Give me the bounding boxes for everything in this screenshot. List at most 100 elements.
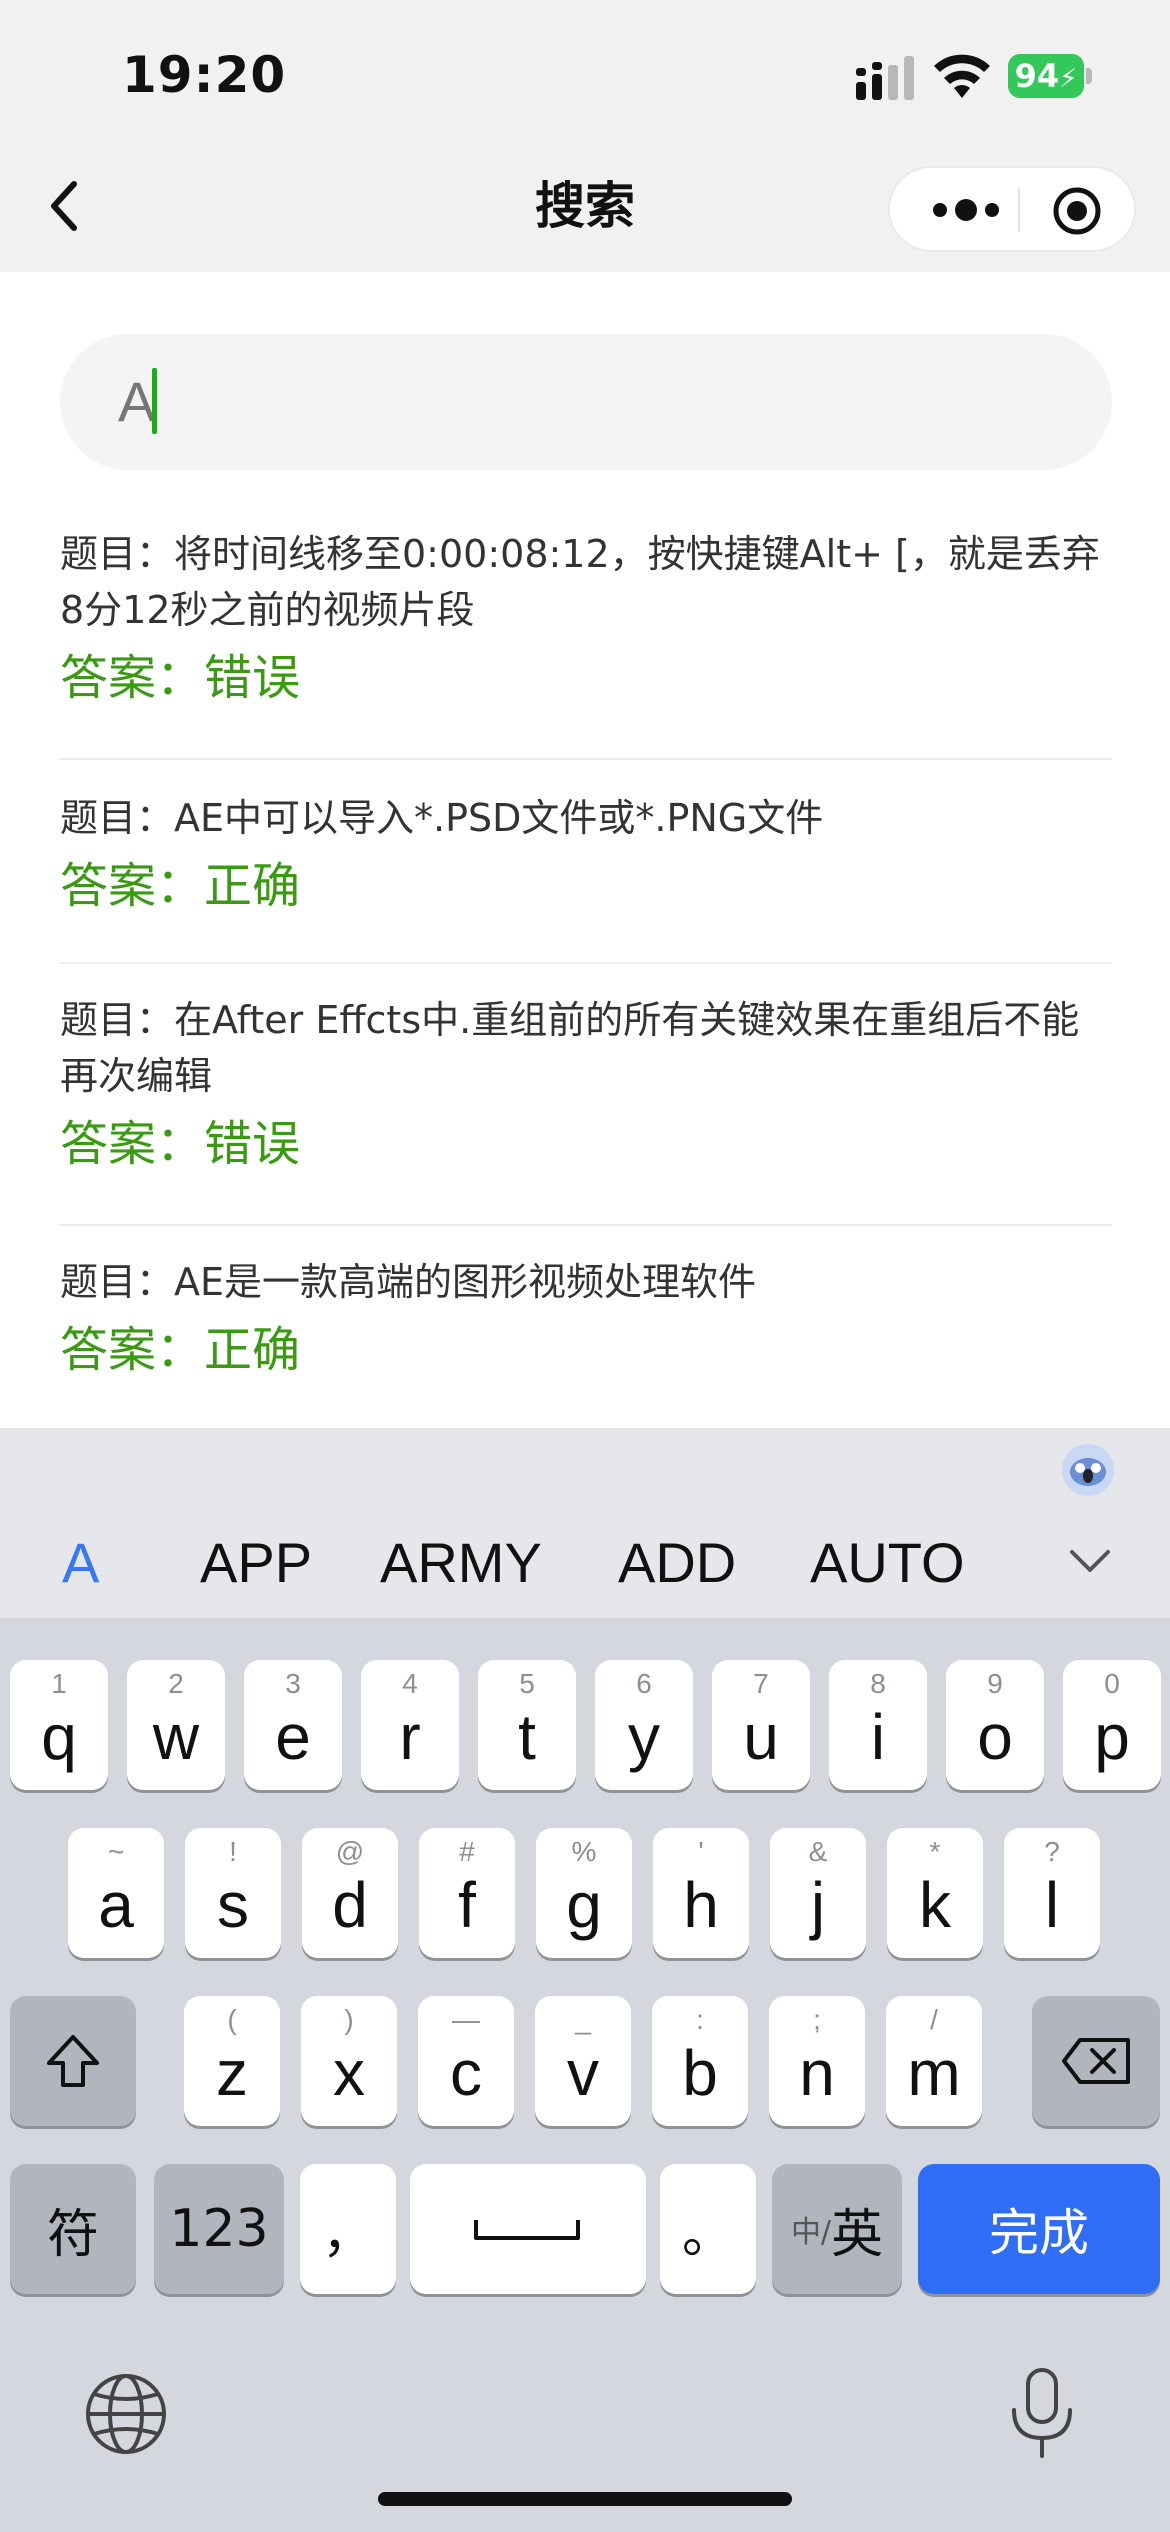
key-n[interactable]: ; n bbox=[769, 1996, 865, 2126]
key-letter: j bbox=[810, 1869, 826, 1941]
key-d[interactable]: @ d bbox=[302, 1828, 398, 1958]
key-letter: i bbox=[870, 1701, 886, 1773]
result-question: 题目：将时间线移至0:00:08:12，按快捷键Alt+ [，就是丢弃8分12秒… bbox=[60, 532, 1100, 632]
shift-key[interactable] bbox=[10, 1996, 136, 2126]
key-hint: ' bbox=[698, 1836, 704, 1867]
microphone-icon[interactable] bbox=[1004, 2366, 1080, 2460]
capsule-divider bbox=[1018, 188, 1020, 232]
key-hint: 5 bbox=[519, 1668, 535, 1699]
key-j[interactable]: & j bbox=[770, 1828, 866, 1958]
key-hint: ) bbox=[344, 2004, 354, 2035]
key-letter: q bbox=[41, 1701, 77, 1773]
search-input[interactable]: A bbox=[60, 334, 1112, 470]
key-hint: ~ bbox=[107, 1836, 125, 1867]
key-hint: _ bbox=[575, 2004, 591, 2035]
shift-icon bbox=[47, 2035, 99, 2087]
space-key[interactable] bbox=[410, 2164, 646, 2294]
status-time: 19:20 bbox=[122, 46, 287, 104]
key-t[interactable]: 5t bbox=[478, 1660, 576, 1790]
key-w[interactable]: 2w bbox=[127, 1660, 225, 1790]
key-letter: l bbox=[1044, 1869, 1060, 1941]
more-dots-icon[interactable] bbox=[930, 194, 1002, 226]
key-letter: f bbox=[458, 1869, 476, 1941]
key-c[interactable]: — c bbox=[418, 1996, 514, 2126]
suggestion-item[interactable]: AUTO bbox=[810, 1528, 965, 1598]
key-hint: ! bbox=[229, 1836, 237, 1867]
key-r[interactable]: 4r bbox=[361, 1660, 459, 1790]
assistant-avatar-icon[interactable] bbox=[1060, 1442, 1116, 1498]
key-hint: / bbox=[930, 2004, 938, 2035]
suggestion-bar: A APP ARMY ADD AUTO bbox=[0, 1428, 1170, 1618]
key-f[interactable]: # f bbox=[419, 1828, 515, 1958]
key-u[interactable]: 7u bbox=[712, 1660, 810, 1790]
key-hint: : bbox=[696, 2004, 704, 2035]
key-letter: p bbox=[1094, 1701, 1130, 1773]
key-h[interactable]: ' h bbox=[653, 1828, 749, 1958]
top-bar: 19:20 94⚡ 搜索 bbox=[0, 0, 1170, 272]
key-hint: 3 bbox=[285, 1668, 301, 1699]
key-y[interactable]: 6y bbox=[595, 1660, 693, 1790]
result-item[interactable]: 题目：AE中可以导入*.PSD文件或*.PNG文件 答案：正确 bbox=[60, 790, 1112, 916]
suggestion-item[interactable]: APP bbox=[200, 1528, 312, 1598]
key-hint: 1 bbox=[51, 1668, 67, 1699]
suggestion-item[interactable]: A bbox=[62, 1528, 99, 1598]
key-hint: 2 bbox=[168, 1668, 184, 1699]
backspace-key[interactable] bbox=[1032, 1996, 1160, 2126]
key-hint: 9 bbox=[987, 1668, 1003, 1699]
key-letter: a bbox=[98, 1869, 134, 1941]
key-hint: # bbox=[459, 1836, 475, 1867]
key-hint: & bbox=[808, 1836, 828, 1867]
suggestion-item[interactable]: ADD bbox=[618, 1528, 736, 1598]
key-v[interactable]: _ v bbox=[535, 1996, 631, 2126]
key-i[interactable]: 8i bbox=[829, 1660, 927, 1790]
chevron-down-icon[interactable] bbox=[1066, 1544, 1114, 1580]
done-key[interactable]: 完成 bbox=[918, 2164, 1160, 2294]
key-g[interactable]: % g bbox=[536, 1828, 632, 1958]
mini-program-capsule bbox=[888, 166, 1136, 252]
comma-key[interactable]: ， bbox=[300, 2164, 396, 2294]
key-letter: x bbox=[333, 2037, 365, 2109]
language-switch-key[interactable]: 中/英 bbox=[772, 2164, 902, 2294]
key-a[interactable]: ~ a bbox=[68, 1828, 164, 1958]
numbers-key[interactable]: 123 bbox=[154, 2164, 284, 2294]
search-value: A bbox=[118, 370, 156, 433]
key-q[interactable]: 1q bbox=[10, 1660, 108, 1790]
key-s[interactable]: ! s bbox=[185, 1828, 281, 1958]
key-hint: 8 bbox=[870, 1668, 886, 1699]
key-letter: m bbox=[907, 2037, 961, 2109]
result-divider bbox=[60, 962, 1112, 964]
key-hint: ; bbox=[813, 2004, 821, 2035]
period-key[interactable]: 。 bbox=[660, 2164, 756, 2294]
key-letter: w bbox=[152, 1701, 200, 1773]
key-letter: h bbox=[683, 1869, 719, 1941]
key-hint: ( bbox=[227, 2004, 237, 2035]
home-indicator bbox=[378, 2492, 792, 2506]
suggestion-item[interactable]: ARMY bbox=[380, 1528, 542, 1598]
globe-icon[interactable] bbox=[84, 2372, 168, 2456]
key-letter: r bbox=[399, 1701, 421, 1773]
result-item[interactable]: 题目：AE是一款高端的图形视频处理软件 答案：正确 bbox=[60, 1254, 1112, 1380]
result-item[interactable]: 题目：在After Effcts中.重组前的所有关键效果在重组后不能再次编辑 答… bbox=[60, 992, 1112, 1174]
result-item[interactable]: 题目：将时间线移至0:00:08:12，按快捷键Alt+ [，就是丢弃8分12秒… bbox=[60, 526, 1112, 708]
key-letter: e bbox=[275, 1701, 311, 1773]
close-target-icon[interactable] bbox=[1052, 186, 1102, 236]
key-x[interactable]: ) x bbox=[301, 1996, 397, 2126]
key-z[interactable]: (z bbox=[184, 1996, 280, 2126]
key-l[interactable]: ? l bbox=[1004, 1828, 1100, 1958]
key-b[interactable]: :b bbox=[652, 1996, 748, 2126]
result-answer: 答案：正确 bbox=[60, 1322, 301, 1378]
key-k[interactable]: * k bbox=[887, 1828, 983, 1958]
result-answer: 答案：正确 bbox=[60, 858, 301, 914]
key-letter: t bbox=[518, 1701, 536, 1773]
key-p[interactable]: 0p bbox=[1063, 1660, 1161, 1790]
key-o[interactable]: 9o bbox=[946, 1660, 1044, 1790]
key-m[interactable]: / m bbox=[886, 1996, 982, 2126]
symbols-key[interactable]: 符 bbox=[10, 2164, 136, 2294]
key-letter: c bbox=[450, 2037, 482, 2109]
key-letter: g bbox=[566, 1869, 602, 1941]
key-hint: 4 bbox=[402, 1668, 418, 1699]
key-hint: % bbox=[571, 1836, 597, 1867]
result-divider bbox=[60, 1224, 1112, 1226]
key-e[interactable]: 3e bbox=[244, 1660, 342, 1790]
key-letter: u bbox=[743, 1701, 779, 1773]
